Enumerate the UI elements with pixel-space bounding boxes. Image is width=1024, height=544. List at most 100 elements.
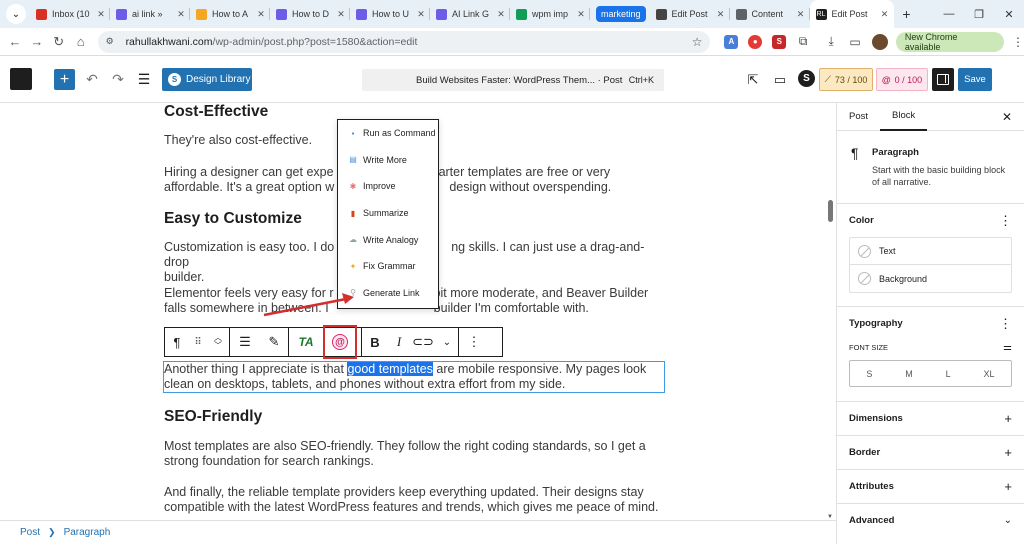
close-icon[interactable]: ✕: [1002, 110, 1012, 124]
home-icon[interactable]: ⌂: [70, 34, 92, 49]
advanced-panel-header[interactable]: Advanced ⌄: [837, 504, 1024, 537]
window-close-icon[interactable]: ✕: [994, 8, 1024, 21]
ai-menu-item[interactable]: ✦ Fix Grammar: [338, 253, 438, 280]
italic-icon[interactable]: I: [388, 328, 410, 356]
background-color-option[interactable]: Background: [850, 265, 1011, 292]
font-size-l[interactable]: L: [946, 369, 951, 379]
tab-search-icon[interactable]: ⌄: [6, 4, 26, 24]
close-icon[interactable]: ✕: [796, 9, 806, 20]
site-info-icon[interactable]: ⚙: [106, 36, 120, 47]
seo-score-badge[interactable]: ⟋ 73 / 100: [819, 68, 873, 91]
font-size-s[interactable]: S: [866, 369, 872, 379]
design-library-button[interactable]: S Design Library: [162, 68, 252, 91]
text-color-option[interactable]: Text: [850, 238, 1011, 265]
ai-menu-item[interactable]: ▪ Run as Command: [338, 120, 438, 147]
advanced-panel[interactable]: Advanced ⌄: [837, 504, 1024, 537]
more-options-icon[interactable]: ⋮: [999, 316, 1012, 332]
close-icon[interactable]: ✕: [496, 9, 506, 20]
maximize-icon[interactable]: ❐: [964, 8, 994, 21]
close-icon[interactable]: ✕: [716, 9, 726, 20]
link-icon[interactable]: ⊂⊃: [410, 328, 436, 356]
download-icon[interactable]: ⤓: [824, 34, 838, 49]
plus-icon[interactable]: +: [1004, 411, 1012, 426]
ai-menu-item[interactable]: ✱ Improve: [338, 173, 438, 200]
more-options-icon[interactable]: ⋮: [459, 328, 489, 356]
tab-post[interactable]: Post: [837, 103, 880, 131]
browser-tab[interactable]: Edit Post ✕: [650, 0, 730, 28]
bold-icon[interactable]: B: [362, 328, 388, 356]
block-inserter-button[interactable]: +: [54, 69, 75, 90]
scrollbar-thumb[interactable]: [828, 200, 833, 222]
browser-tab[interactable]: wpm imp ✕: [510, 0, 590, 28]
heading-cost-effective[interactable]: Cost-Effective: [164, 103, 268, 121]
font-size-settings-icon[interactable]: ⚌: [1003, 342, 1012, 353]
browser-tab[interactable]: How to A ✕: [190, 0, 270, 28]
close-icon[interactable]: ✕: [880, 9, 890, 20]
back-arrow-icon[interactable]: ←: [4, 34, 26, 49]
border-panel[interactable]: Border +: [837, 436, 1024, 470]
attributes-panel-header[interactable]: Attributes +: [837, 470, 1024, 503]
close-icon[interactable]: ✕: [176, 9, 186, 20]
new-chrome-available-button[interactable]: New Chrome available: [895, 31, 1004, 52]
ta-plugin-button[interactable]: TA: [289, 328, 323, 356]
redo-icon[interactable]: ↷: [108, 69, 128, 90]
highlighter-icon[interactable]: ✎: [260, 328, 288, 356]
chevron-down-icon[interactable]: ⌄: [1004, 515, 1012, 526]
breadcrumb-post[interactable]: Post: [20, 527, 40, 538]
close-icon[interactable]: ✕: [576, 9, 586, 20]
reload-icon[interactable]: ↻: [48, 34, 70, 50]
ai-menu-item[interactable]: ▮ Summarize: [338, 200, 438, 227]
move-up-down-icon[interactable]: ︿ ﹀: [207, 328, 229, 356]
ai-menu-item[interactable]: ☁ Write Analogy: [338, 226, 438, 253]
wordpress-logo-icon[interactable]: [10, 68, 32, 90]
plus-icon[interactable]: +: [1004, 445, 1012, 460]
align-left-icon[interactable]: ☰: [230, 328, 260, 356]
view-post-external-icon[interactable]: ⇱: [743, 69, 763, 90]
ai-menu-item[interactable]: ▤ Write More: [338, 147, 438, 174]
selected-paragraph[interactable]: Another thing I appreciate is that good …: [163, 361, 665, 393]
close-icon[interactable]: ✕: [336, 9, 346, 20]
reading-list-icon[interactable]: ▭: [848, 35, 862, 49]
plus-icon[interactable]: +: [1004, 479, 1012, 494]
paragraph[interactable]: And finally, the reliable template provi…: [164, 485, 664, 515]
document-overview-icon[interactable]: ☰: [134, 69, 154, 90]
heading-easy-to-customize[interactable]: Easy to Customize: [164, 210, 302, 228]
browser-tab[interactable]: AI Link G ✕: [430, 0, 510, 28]
preview-desktop-icon[interactable]: ▭: [770, 69, 790, 90]
profile-avatar[interactable]: [871, 33, 888, 50]
editor-canvas[interactable]: Cost-Effective They're also cost-effecti…: [0, 103, 836, 520]
paragraph[interactable]: Most templates are also SEO-friendly. Th…: [164, 439, 664, 469]
selected-text[interactable]: good templates: [347, 362, 433, 376]
browser-tab[interactable]: Content ✕: [730, 0, 810, 28]
ai-score-badge[interactable]: @ 0 / 100: [876, 68, 928, 91]
dimensions-panel[interactable]: Dimensions +: [837, 402, 1024, 436]
settings-sidebar-toggle-icon[interactable]: [932, 68, 954, 91]
puzzle-extensions-icon[interactable]: ⧉: [796, 34, 810, 49]
ai-menu-item[interactable]: ⚲ Generate Link: [338, 280, 438, 307]
browser-tab[interactable]: How to U ✕: [350, 0, 430, 28]
browser-tab[interactable]: ai link » ✕: [110, 0, 190, 28]
more-menu-icon[interactable]: ⋮: [1012, 35, 1024, 49]
border-panel-header[interactable]: Border +: [837, 436, 1024, 469]
heading-seo-friendly[interactable]: SEO-Friendly: [164, 408, 262, 426]
s-extension-icon[interactable]: S: [772, 34, 787, 49]
tab-group-marketing[interactable]: marketing: [596, 6, 646, 22]
more-options-icon[interactable]: ⋮: [999, 213, 1012, 229]
close-icon[interactable]: ✕: [96, 9, 106, 20]
minimize-icon[interactable]: —: [934, 8, 964, 20]
undo-icon[interactable]: ↶: [82, 69, 102, 90]
dimensions-panel-header[interactable]: Dimensions +: [837, 402, 1024, 435]
browser-tab[interactable]: Inbox (10 ✕: [30, 0, 110, 28]
drag-handle-icon[interactable]: ⠿: [189, 328, 207, 356]
forward-arrow-icon[interactable]: →: [26, 34, 48, 49]
tab-active[interactable]: RL Edit Post ✕: [809, 0, 894, 28]
command-palette-button[interactable]: Build Websites Faster: WordPress Them...…: [362, 69, 664, 91]
browser-tab[interactable]: How to D ✕: [270, 0, 350, 28]
plugin-s-icon[interactable]: S: [798, 70, 815, 87]
close-icon[interactable]: ✕: [256, 9, 266, 20]
font-size-xl[interactable]: XL: [984, 369, 995, 379]
chevron-down-icon[interactable]: ⌄: [436, 328, 458, 356]
color-extension-icon[interactable]: ●: [748, 34, 763, 49]
translate-extension-icon[interactable]: A: [724, 34, 739, 49]
tab-block[interactable]: Block: [880, 103, 928, 131]
